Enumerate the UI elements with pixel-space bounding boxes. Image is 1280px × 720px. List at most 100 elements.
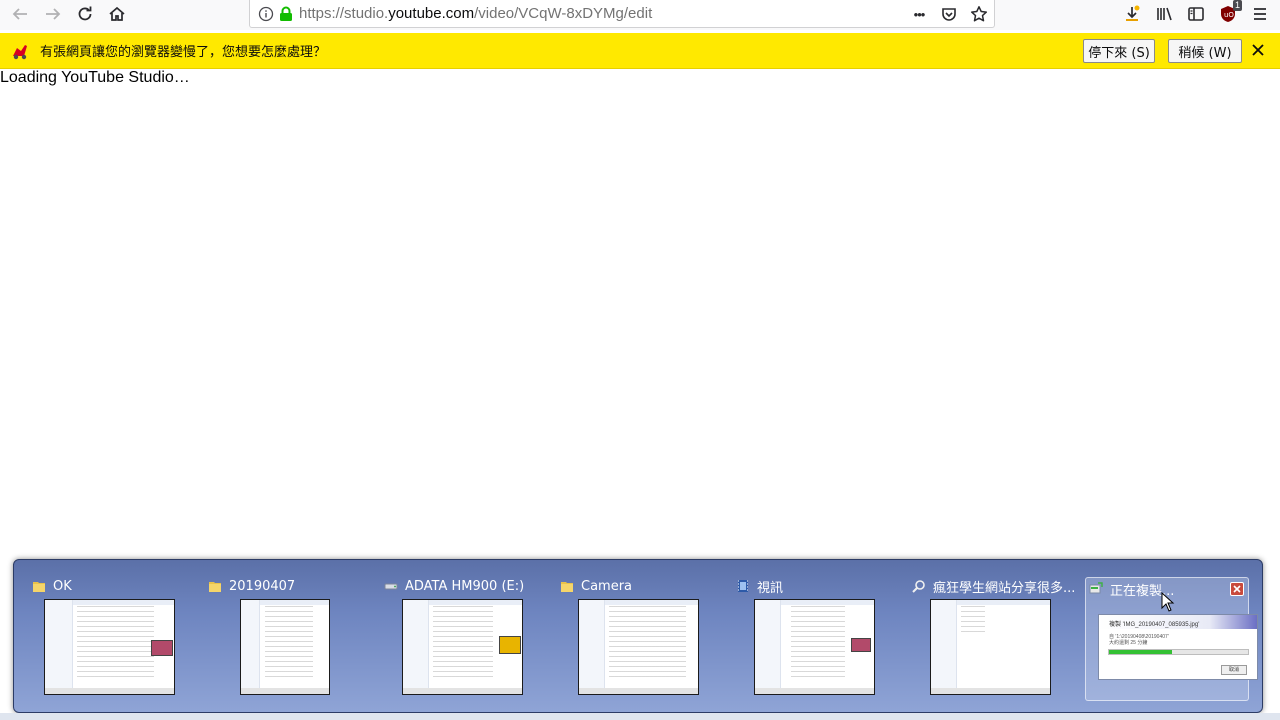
thumbnail-title: 視訊	[736, 577, 784, 596]
star-icon	[970, 6, 988, 22]
forward-arrow-icon	[46, 8, 61, 20]
preview-image	[851, 638, 871, 652]
thumbnail-title-text: 瘋狂學生網站分享很多...	[933, 580, 1076, 596]
preview-statusbar	[45, 688, 174, 694]
thumbnail-title-text: Camera	[581, 578, 633, 594]
drive-icon	[384, 583, 398, 590]
back-arrow-icon	[12, 8, 27, 20]
preview-content	[265, 606, 314, 682]
forward-button[interactable]	[38, 0, 68, 28]
window-preview	[240, 599, 330, 695]
copy-filename: 複製 'IMG_20190407_085935.jpg'	[1109, 622, 1200, 628]
info-icon[interactable]	[258, 6, 274, 22]
hamburger-menu-icon	[1254, 8, 1266, 20]
home-icon	[109, 6, 125, 21]
cancel-copy-button: 取消	[1221, 665, 1247, 675]
preview-sidebar	[241, 600, 261, 694]
preview-image	[499, 636, 521, 654]
slow-page-notification: 有張網頁讓您的瀏覽器變慢了，您想要怎麼處理？ 停下來 (S) 稍候 (W)	[0, 33, 1280, 69]
preview-statusbar	[755, 688, 874, 694]
window-preview	[754, 599, 875, 695]
preview-statusbar	[579, 688, 698, 694]
taskbar-edge	[0, 713, 1280, 720]
reload-icon	[78, 6, 92, 21]
preview-sidebar	[403, 600, 430, 694]
window-thumbnail[interactable]: 瘋狂學生網站分享很多...	[912, 573, 1075, 703]
page-actions-button[interactable]: •••	[908, 3, 930, 25]
back-button[interactable]	[5, 0, 35, 28]
download-icon	[1126, 5, 1140, 21]
library-button[interactable]	[1148, 0, 1180, 28]
preview-sidebar	[931, 600, 958, 694]
window-thumbnail[interactable]: 視訊	[736, 573, 886, 703]
preview-sidebar	[45, 600, 74, 694]
thumbnail-title-text: ADATA HM900 (E:)	[405, 578, 525, 594]
copy-icon	[1089, 582, 1103, 594]
preview-statusbar	[931, 688, 1050, 694]
preview-image	[151, 640, 173, 656]
preview-content	[791, 606, 845, 682]
taskbar-thumbnail-strip: OK 20190407 ADATA HM900 (E:) Camera 視訊 瘋…	[13, 559, 1263, 713]
folder-icon	[561, 582, 573, 592]
preview-statusbar	[241, 688, 329, 694]
close-icon[interactable]	[1250, 42, 1266, 58]
url-prefix: https://studio.	[299, 5, 389, 22]
bookmark-star-button[interactable]	[968, 3, 990, 25]
home-button[interactable]	[102, 0, 132, 28]
copy-progress-bar	[1108, 649, 1249, 655]
preview-statusbar	[403, 688, 522, 694]
browser-toolbar: https://studio.youtube.com/video/VCqW-8x…	[0, 0, 1280, 30]
url-text[interactable]: https://studio.youtube.com/video/VCqW-8x…	[299, 5, 652, 22]
sidebar-button[interactable]	[1180, 0, 1212, 28]
folder-icon	[33, 582, 45, 592]
preview-content	[433, 606, 493, 682]
thumbnail-title-text: 20190407	[229, 578, 296, 594]
svg-text:uO: uO	[1224, 11, 1234, 19]
library-icon	[1157, 7, 1172, 21]
lock-icon[interactable]	[279, 6, 293, 22]
thumbnail-title-text: 視訊	[757, 580, 784, 596]
loading-message: Loading YouTube Studio…	[0, 69, 190, 86]
thumbnail-title: Camera	[560, 577, 632, 595]
thumbnail-title: 20190407	[208, 577, 295, 595]
pocket-icon	[942, 8, 956, 21]
preview-content	[77, 606, 155, 682]
menu-button[interactable]	[1244, 0, 1276, 28]
downloads-button[interactable]	[1116, 0, 1148, 28]
url-path: /video/VCqW-8xDYMg/edit	[474, 5, 653, 22]
copy-progress-fill	[1109, 650, 1172, 654]
slow-page-icon	[13, 44, 27, 59]
url-bar[interactable]: https://studio.youtube.com/video/VCqW-8x…	[249, 0, 995, 28]
close-thumbnail-button[interactable]	[1230, 582, 1244, 596]
thumbnail-title: 瘋狂學生網站分享很多...	[912, 577, 1076, 596]
window-preview	[44, 599, 175, 695]
preview-sidebar	[755, 600, 782, 694]
ublock-extension-button[interactable]: uO 1	[1212, 0, 1244, 28]
reload-button[interactable]	[70, 0, 100, 28]
preview-sidebar	[579, 600, 606, 694]
window-thumbnail[interactable]: OK	[32, 573, 182, 703]
thumbnail-title-text: OK	[53, 578, 72, 594]
sidebar-icon	[1188, 7, 1204, 21]
copy-progress-preview: 複製 'IMG_20190407_085935.jpg' 自 '1:\20190…	[1098, 614, 1258, 680]
pocket-button[interactable]	[938, 3, 960, 25]
window-preview	[578, 599, 699, 695]
window-thumbnail[interactable]: 20190407	[208, 573, 358, 703]
window-thumbnail[interactable]: ADATA HM900 (E:)	[384, 573, 534, 703]
close-icon	[1233, 585, 1241, 593]
search-icon	[912, 580, 925, 593]
notification-message: 有張網頁讓您的瀏覽器變慢了，您想要怎麼處理？	[40, 44, 327, 59]
extension-badge: 1	[1232, 0, 1242, 11]
thumbnail-title: OK	[32, 577, 72, 595]
preview-content	[961, 606, 985, 635]
more-icon: •••	[913, 6, 926, 22]
mouse-cursor-icon	[1161, 592, 1175, 612]
window-thumbnail[interactable]: Camera	[560, 573, 710, 703]
preview-content	[609, 606, 687, 682]
folder-icon	[209, 582, 221, 592]
copy-time-remaining: 大約還剩 25 分鐘	[1109, 640, 1148, 646]
video-folder-icon	[738, 580, 748, 592]
window-preview	[930, 599, 1051, 695]
stop-script-button[interactable]: 停下來 (S)	[1083, 39, 1155, 63]
wait-button[interactable]: 稍候 (W)	[1168, 39, 1242, 63]
